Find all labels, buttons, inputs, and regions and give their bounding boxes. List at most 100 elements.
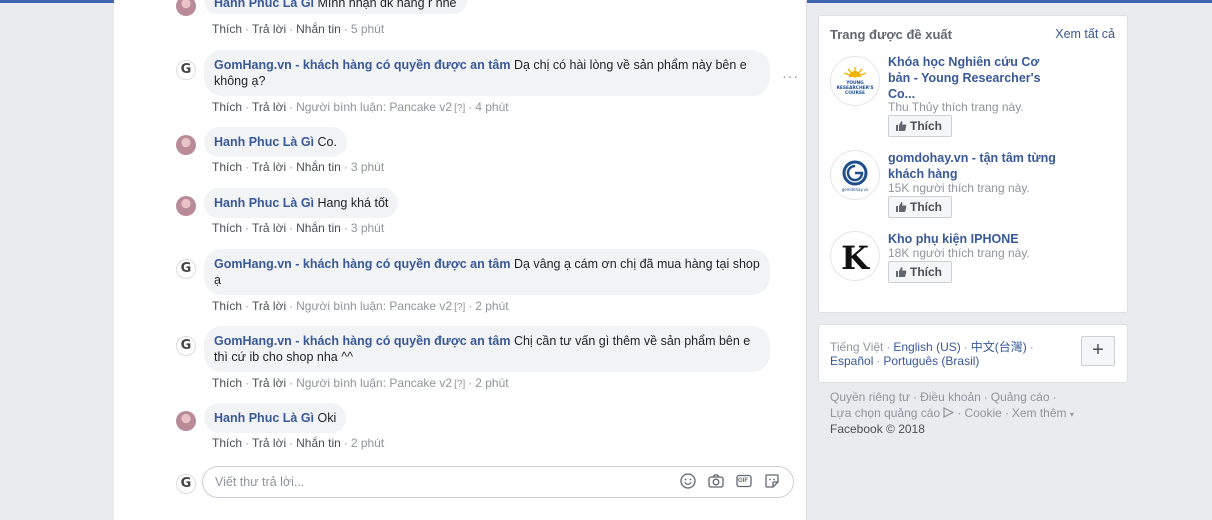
like-page-button[interactable]: Thích	[888, 196, 952, 218]
message-link[interactable]: Nhắn tin	[296, 22, 341, 36]
suggested-pages-card: Trang được đề xuất Xem tất cả YOUNG RESE…	[818, 15, 1128, 313]
plugin-label: Người bình luận: Pancake v2	[296, 100, 453, 114]
like-link[interactable]: Thích	[212, 436, 242, 450]
svg-text:gomdohay.vn: gomdohay.vn	[842, 187, 869, 192]
comment-text: Hang khá tốt	[317, 196, 389, 210]
more-options-icon[interactable]: ···	[782, 68, 799, 84]
like-label: Thích	[910, 265, 942, 279]
comment-time[interactable]: 2 phút	[475, 376, 508, 390]
see-more-link[interactable]: Xem thêm	[1012, 406, 1067, 420]
language-link[interactable]: Español	[830, 354, 873, 368]
page-name[interactable]: Khóa học Nghiên cứu Cơ bản - Young Resea…	[888, 54, 1058, 102]
like-page-button[interactable]: Thích	[888, 115, 952, 137]
help-link[interactable]: [?]	[454, 103, 465, 114]
ad-choices-icon	[943, 407, 955, 418]
comment-bubble: Hanh Phuc Là Gì Hang khá tốt	[204, 188, 399, 218]
like-link[interactable]: Thích	[212, 160, 242, 174]
comment-time[interactable]: 3 phút	[351, 160, 384, 174]
avatar[interactable]	[176, 135, 196, 155]
comment-time[interactable]: 2 phút	[475, 299, 508, 313]
suggested-page: YOUNG RESEARCHER'S COURSE Khóa học Nghiê…	[830, 52, 1120, 138]
avatar[interactable]	[176, 411, 196, 431]
cookie-link[interactable]: Cookie	[964, 406, 1001, 420]
language-link[interactable]: 中文(台灣)	[971, 340, 1027, 354]
comment-time[interactable]: 2 phút	[351, 436, 384, 450]
like-link[interactable]: Thích	[212, 22, 242, 36]
page-logo-gomdohay[interactable]: gomdohay.vn	[830, 150, 880, 200]
comment-author[interactable]: Hanh Phuc Là Gì	[214, 411, 314, 425]
footer-links: Facebook © 2018	[830, 422, 925, 436]
terms-link[interactable]: Điều khoản	[920, 390, 981, 404]
footer-links: Quyền riêng tư · Điều khoản · Quảng cáo ·	[830, 390, 1057, 404]
language-current: Tiếng Việt	[830, 340, 884, 354]
comment-author[interactable]: Hanh Phuc Là Gì	[214, 135, 314, 149]
emoji-icon[interactable]	[679, 473, 697, 491]
avatar[interactable]	[176, 196, 196, 216]
reply-input[interactable]: Viết thư trả lời... GIF	[202, 466, 794, 498]
page-logo-young-researcher[interactable]: YOUNG RESEARCHER'S COURSE	[830, 56, 880, 106]
like-link[interactable]: Thích	[212, 376, 242, 390]
gif-label: GIF	[738, 478, 748, 484]
dropdown-arrow-icon[interactable]: ▾	[1070, 410, 1074, 419]
comment-time[interactable]: 4 phút	[475, 100, 508, 114]
language-link[interactable]: Português (Brasil)	[883, 354, 979, 368]
like-link[interactable]: Thích	[212, 299, 242, 313]
language-list: Tiếng Việt · English (US) · 中文(台灣) ·	[830, 340, 1034, 354]
comment-author[interactable]: Hanh Phuc Là Gì	[214, 0, 314, 10]
avatar[interactable]: G	[176, 336, 196, 356]
plugin-label: Người bình luận: Pancake v2	[296, 376, 453, 390]
comment-text: Oki	[317, 411, 337, 425]
reply-link[interactable]: Trả lời	[252, 100, 286, 114]
page-likes: Thu Thủy thích trang này.	[888, 100, 1024, 114]
avatar[interactable]: G	[176, 259, 196, 279]
ad-choices-link[interactable]: Lựa chọn quảng cáo	[830, 406, 940, 420]
page-name[interactable]: Kho phụ kiện IPHONE	[888, 231, 1058, 247]
reply-link[interactable]: Trả lời	[252, 299, 286, 313]
comment-time[interactable]: 3 phút	[351, 221, 384, 235]
language-link[interactable]: English (US)	[893, 340, 960, 354]
like-link[interactable]: Thích	[212, 100, 242, 114]
ads-link[interactable]: Quảng cáo	[991, 390, 1050, 404]
reply-link[interactable]: Trả lời	[252, 436, 286, 450]
privacy-link[interactable]: Quyền riêng tư	[830, 390, 910, 404]
page-likes: 15K người thích trang này.	[888, 181, 1030, 195]
comment-actions: Thích · Trả lời · Người bình luận: Pancake v…	[212, 100, 509, 114]
message-link[interactable]: Nhắn tin	[296, 221, 341, 235]
like-page-button[interactable]: Thích	[888, 261, 952, 283]
comment-text: Co.	[317, 135, 337, 149]
reply-link[interactable]: Trả lời	[252, 376, 286, 390]
help-link[interactable]: [?]	[454, 379, 465, 390]
reply-link[interactable]: Trả lời	[252, 22, 286, 36]
message-link[interactable]: Nhắn tin	[296, 160, 341, 174]
comment-text: Mình nhận đk hàng r nhé	[317, 0, 457, 10]
comment-author[interactable]: GomHang.vn - khách hàng có quyền được an…	[214, 58, 510, 72]
avatar[interactable]: G	[176, 60, 196, 80]
comment-time[interactable]: 5 phút	[351, 22, 384, 36]
comment-actions: Thích · Trả lời · Người bình luận: Pancake v…	[212, 376, 509, 390]
page-logo-kho-phu-kien[interactable]: K	[830, 231, 880, 281]
page-likes: 18K người thích trang này.	[888, 246, 1030, 260]
thumbs-up-icon	[896, 202, 907, 212]
reply-link[interactable]: Trả lời	[252, 221, 286, 235]
camera-icon[interactable]	[707, 473, 725, 491]
page-name[interactable]: gomdohay.vn - tận tâm từng khách hàng	[888, 150, 1058, 182]
help-link[interactable]: [?]	[454, 302, 465, 313]
sticker-icon[interactable]	[763, 473, 781, 491]
language-list: Español · Português (Brasil)	[830, 354, 980, 368]
comment-author[interactable]: GomHang.vn - khách hàng có quyền được an…	[214, 334, 510, 348]
comment-feed: Hanh Phuc Là Gì Mình nhận đk hàng r nhé …	[114, 0, 807, 520]
thumbs-up-icon	[896, 267, 907, 277]
comment-author[interactable]: GomHang.vn - khách hàng có quyền được an…	[214, 257, 510, 271]
more-languages-button[interactable]: +	[1081, 336, 1115, 366]
reply-link[interactable]: Trả lời	[252, 160, 286, 174]
footer-links: Lựa chọn quảng cáo · Cookie · Xem thêm ▾	[830, 406, 1074, 420]
avatar[interactable]	[176, 0, 196, 16]
comment-author[interactable]: Hanh Phuc Là Gì	[214, 196, 314, 210]
message-link[interactable]: Nhắn tin	[296, 436, 341, 450]
comment-actions: Thích · Trả lời · Nhắn tin · 5 phút	[212, 22, 385, 36]
suggested-pages-title: Trang được đề xuất	[830, 27, 952, 42]
comment-bubble: Hanh Phuc Là Gì Mình nhận đk hàng r nhé	[204, 0, 467, 14]
like-link[interactable]: Thích	[212, 221, 242, 235]
comment-bubble: GomHang.vn - khách hàng có quyền được an…	[204, 249, 770, 295]
see-all-link[interactable]: Xem tất cả	[1055, 27, 1115, 41]
